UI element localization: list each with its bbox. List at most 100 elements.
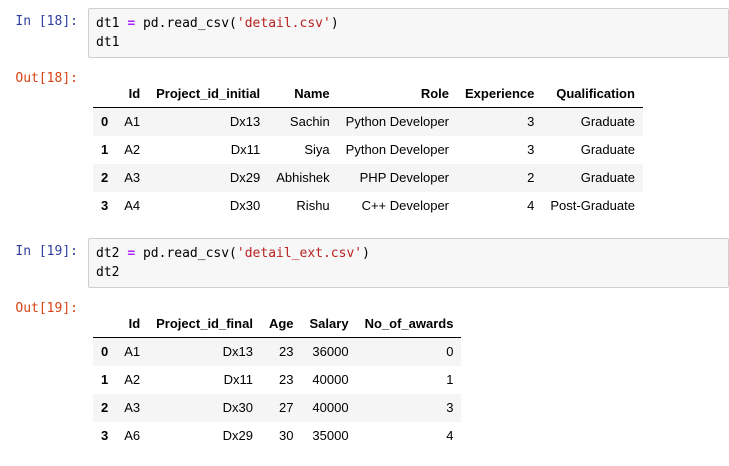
table-row: 2 A3 Dx29 Abhishek PHP Developer 2 Gradu…: [93, 164, 643, 192]
dataframe-table-dt2: Id Project_id_final Age Salary No_of_awa…: [93, 311, 462, 450]
df-cell: 2: [527, 170, 535, 185]
df-cell: 3: [527, 114, 535, 129]
df-cell: 40000: [312, 400, 349, 415]
df-cell: Graduate: [580, 114, 635, 129]
df-corner-header: [93, 311, 117, 338]
df-cell: Graduate: [580, 170, 635, 185]
code-token-operator: =: [127, 16, 136, 31]
df-column-header: Id: [116, 81, 149, 108]
df-column-header: Id: [116, 311, 149, 338]
df-row-index: 1: [101, 142, 109, 157]
code-cell-19: In [19]: dt2 = pd.read_csv('detail_ext.c…: [0, 238, 729, 450]
df-cell: 35000: [312, 428, 349, 443]
df-cell: Dx13: [229, 114, 261, 129]
df-row-index: 0: [101, 114, 109, 129]
code-token-paren: ): [362, 246, 370, 261]
df-column-header: Project_id_initial: [148, 81, 269, 108]
df-column-header: Salary: [301, 311, 357, 338]
df-cell: 27: [279, 400, 294, 415]
df-cell: A2: [124, 372, 141, 387]
df-column-header: No_of_awards: [356, 311, 462, 338]
output-area-19: Id Project_id_final Age Salary No_of_awa…: [88, 298, 729, 450]
df-row-index: 2: [101, 400, 109, 415]
code-token-call: pd.read_csv(: [135, 16, 237, 31]
df-cell: 0: [446, 344, 454, 359]
df-row-index: 3: [101, 428, 109, 443]
df-corner-header: [93, 81, 117, 108]
df-cell: Siya: [304, 142, 330, 157]
df-row-index: 1: [101, 372, 109, 387]
df-cell: Dx30: [222, 400, 253, 415]
df-cell: 3: [527, 142, 535, 157]
table-row: 0 A1 Dx13 Sachin Python Developer 3 Grad…: [93, 107, 643, 136]
table-row: 2 A3 Dx30 27 40000 3: [93, 394, 462, 422]
input-row-19: In [19]: dt2 = pd.read_csv('detail_ext.c…: [0, 238, 729, 288]
df-cell: Post-Graduate: [550, 198, 635, 213]
code-token-operator: =: [127, 246, 136, 261]
input-row-18: In [18]: dt1 = pd.read_csv('detail.csv')…: [0, 8, 729, 58]
code-token-paren: ): [330, 16, 339, 31]
df-cell: 23: [279, 372, 294, 387]
jupyter-notebook: In [18]: dt1 = pd.read_csv('detail.csv')…: [0, 0, 729, 466]
df-header-row: Id Project_id_final Age Salary No_of_awa…: [93, 311, 462, 338]
output-row-19: Out[19]: Id Project_id_final Age Salary …: [0, 298, 729, 450]
df-column-header: Age: [260, 311, 302, 338]
df-column-header: Name: [268, 81, 338, 108]
code-line-2: dt1: [96, 35, 120, 50]
df-column-header: Role: [337, 81, 458, 108]
input-prompt-18: In [18]:: [15, 14, 78, 29]
df-cell: A3: [124, 400, 141, 415]
output-prompt-19: Out[19]:: [15, 301, 78, 316]
df-column-header: Qualification: [542, 81, 643, 108]
df-cell: 36000: [312, 344, 349, 359]
df-cell: Dx30: [229, 198, 261, 213]
code-editor-19[interactable]: dt2 = pd.read_csv('detail_ext.csv') dt2: [88, 238, 729, 288]
output-row-18: Out[18]: Id Project_id_initial Name Role…: [0, 68, 729, 220]
df-cell: Rishu: [296, 198, 330, 213]
dataframe-table-dt1: Id Project_id_initial Name Role Experien…: [93, 81, 643, 220]
table-row: 1 A2 Dx11 23 40000 1: [93, 366, 461, 394]
df-cell: 1: [446, 372, 454, 387]
table-row: 3 A6 Dx29 30 35000 4: [93, 422, 461, 450]
code-line-2: dt2: [96, 265, 120, 280]
df-cell: Abhishek: [276, 170, 330, 185]
df-cell: C++ Developer: [361, 198, 450, 213]
df-row-index: 2: [101, 170, 109, 185]
code-line-1: dt2 = pd.read_csv('detail_ext.csv'): [96, 244, 721, 263]
df-row-index: 0: [101, 344, 109, 359]
df-column-header: Experience: [457, 81, 543, 108]
df-header-row: Id Project_id_initial Name Role Experien…: [93, 81, 643, 108]
code-editor-18[interactable]: dt1 = pd.read_csv('detail.csv') dt1: [88, 8, 729, 58]
df-cell: A6: [124, 428, 141, 443]
code-cell-18: In [18]: dt1 = pd.read_csv('detail.csv')…: [0, 8, 729, 220]
df-cell: PHP Developer: [359, 170, 450, 185]
code-token-variable: dt1: [96, 16, 128, 31]
df-cell: Graduate: [580, 142, 635, 157]
df-cell: Dx11: [223, 372, 253, 387]
output-area-18: Id Project_id_initial Name Role Experien…: [88, 68, 729, 220]
table-row: 0 A1 Dx13 23 36000 0: [93, 337, 462, 366]
df-cell: Python Developer: [345, 142, 450, 157]
df-cell: Dx29: [222, 428, 253, 443]
df-column-header: Project_id_final: [148, 311, 261, 338]
table-row: 1 A2 Dx11 Siya Python Developer 3 Gradua…: [93, 136, 643, 164]
output-prompt-18: Out[18]:: [15, 71, 78, 86]
df-cell: Dx13: [222, 344, 253, 359]
df-cell: 40000: [312, 372, 349, 387]
df-cell: Dx11: [230, 142, 261, 157]
df-cell: A4: [124, 198, 141, 213]
df-row-index: 3: [101, 198, 109, 213]
code-token-variable: dt2: [96, 246, 128, 261]
code-token-call: pd.read_csv(: [135, 246, 237, 261]
df-cell: 30: [279, 428, 294, 443]
df-cell: 4: [446, 428, 454, 443]
df-cell: 3: [446, 400, 454, 415]
code-token-string: 'detail_ext.csv': [236, 246, 363, 261]
input-prompt-19: In [19]:: [15, 244, 78, 259]
code-token-string: 'detail.csv': [236, 16, 331, 31]
table-row: 3 A4 Dx30 Rishu C++ Developer 4 Post-Gra…: [93, 192, 643, 220]
df-cell: Dx29: [229, 170, 261, 185]
df-cell: Sachin: [289, 114, 330, 129]
df-cell: 4: [527, 198, 535, 213]
df-cell: A2: [124, 142, 141, 157]
